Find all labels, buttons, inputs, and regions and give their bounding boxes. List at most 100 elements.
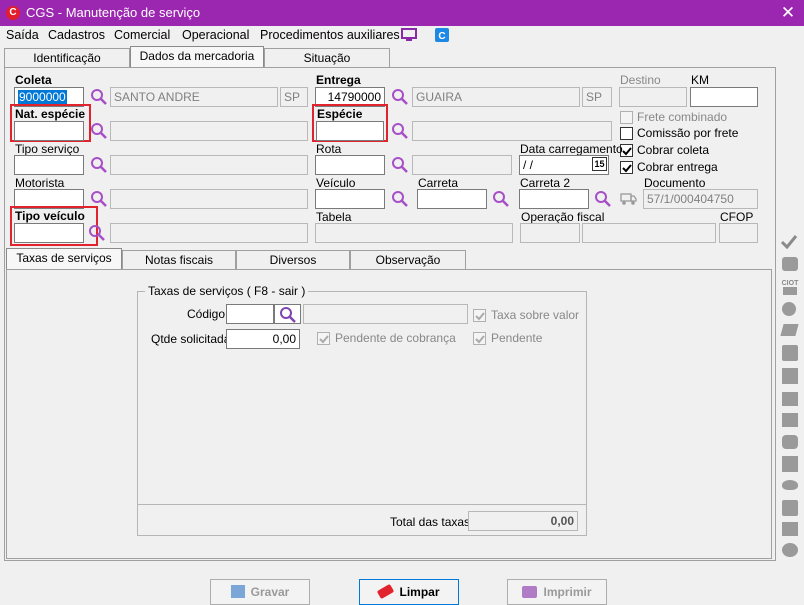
especie-search-icon[interactable] [391,122,409,140]
destino-label: Destino [620,73,661,87]
report-icon[interactable] [782,456,798,472]
documento-label: Documento [644,176,706,190]
cobrar-entrega-checkbox[interactable] [620,161,633,174]
coleta-label: Coleta [15,73,52,87]
copy-icon[interactable] [782,368,798,384]
tipo-servico-search-icon[interactable] [90,156,108,174]
tipo-veiculo-search-icon[interactable] [88,224,106,242]
tab-notas-fiscais[interactable]: Notas fiscais [122,250,236,270]
taxa-sobre-valor-checkbox[interactable] [473,309,486,322]
imprimir-label: Imprimir [543,585,592,599]
tab-label: Diversos [269,253,317,267]
confirm-check-icon[interactable] [780,234,798,250]
comissao-por-frete-checkbox[interactable] [620,127,633,140]
tipo-servico-input[interactable] [14,155,84,175]
tag-icon[interactable] [780,324,799,336]
destino-field [619,87,687,107]
pendente-de-cobranca-label: Pendente de cobrança [335,331,456,345]
book-icon[interactable] [782,500,798,516]
rota-desc-field [412,155,512,175]
veiculo-label: Veículo [316,176,356,190]
operacao-fiscal-label: Operação fiscal [521,210,605,224]
veiculo-input[interactable] [315,189,385,209]
tab-identificacao[interactable]: Identificação [4,48,130,68]
total-das-taxas-label: Total das taxas [390,515,471,529]
entrega-search-icon[interactable] [391,88,409,106]
window-title: CGS - Manutenção de serviço [26,5,201,20]
tipo-veiculo-input[interactable] [14,223,84,243]
limpar-button[interactable]: Limpar [359,579,459,605]
documento-field: 57/1/000404750 [643,189,758,209]
vehicle-icon[interactable] [782,392,798,406]
codigo-label: Código [187,307,226,321]
taxas-group-title: Taxas de serviços ( F8 - sair ) [145,284,309,298]
gravar-button[interactable]: Gravar [210,579,310,605]
tipo-veiculo-label: Tipo veículo [15,209,85,223]
tab-label: Situação [303,51,351,65]
veiculo-search-icon[interactable] [391,190,409,208]
rota-input[interactable] [315,155,385,175]
menu-operacional[interactable]: Operacional [182,28,249,42]
tab-diversos[interactable]: Diversos [236,250,350,270]
comissao-por-frete-label: Comissão por frete [637,126,739,140]
tab-taxas-de-servicos[interactable]: Taxas de serviços [6,248,122,269]
nat-especie-label: Nat. espécie [15,107,86,121]
tool-icon-1[interactable] [782,257,798,271]
coleta-uf-field: SP [280,87,308,107]
entrega-uf-field: SP [582,87,612,107]
document-icon[interactable] [782,345,798,361]
nat-especie-input[interactable] [14,121,84,141]
finance-icon[interactable] [782,522,798,536]
frete-combinado-label: Frete combinado [637,110,728,124]
qtde-solicitada-input[interactable]: 0,00 [226,329,300,349]
tab-situacao[interactable]: Situação [264,48,390,68]
coleta-city-field: SANTO ANDRE [110,87,278,107]
truck-icon[interactable] [620,190,638,206]
carreta-search-icon[interactable] [492,190,510,208]
coleta-search-icon[interactable] [90,88,108,106]
menu-comercial[interactable]: Comercial [114,28,170,42]
globe-icon[interactable] [782,543,798,557]
codigo-search-button[interactable] [274,304,301,324]
menu-saida[interactable]: Saída [6,28,39,42]
entrega-label: Entrega [316,73,361,87]
tab-dados-da-mercadoria[interactable]: Dados da mercadoria [130,46,264,68]
frete-combinado-checkbox[interactable] [620,111,633,124]
monitor-icon[interactable] [401,28,417,42]
calendar-icon[interactable]: 15 [592,157,607,171]
data-carregamento-label: Data carregamento [520,142,623,156]
especie-input[interactable] [316,121,384,141]
gravar-label: Gravar [250,585,290,599]
ciot-icon[interactable]: CIOT [781,280,799,296]
close-icon[interactable]: ✕ [778,3,798,23]
cfop-field [719,223,758,243]
especie-desc-field [412,121,612,141]
carreta-label: Carreta [418,176,459,190]
km-label: KM [691,73,709,87]
coleta-code-value: 9000000 [18,90,67,104]
taxas-divider [137,504,587,505]
tab-label: Observação [375,253,441,267]
calculator-icon[interactable]: C [434,27,450,42]
total-das-taxas-field: 0,00 [468,511,578,531]
nat-especie-search-icon[interactable] [90,122,108,140]
tabela-field [315,223,513,243]
menu-cadastros[interactable]: Cadastros [48,28,105,42]
carreta-2-search-icon[interactable] [594,190,612,208]
operacao-fiscal-desc-field [582,223,716,243]
pendente-checkbox[interactable] [473,332,486,345]
leaf-icon[interactable] [782,480,798,490]
tab-observacao[interactable]: Observação [350,250,466,270]
codigo-input[interactable] [226,304,274,324]
km-input[interactable] [690,87,758,107]
carreta-input[interactable] [417,189,487,209]
rota-search-icon[interactable] [391,156,409,174]
carreta-2-input[interactable] [519,189,589,209]
record-icon[interactable] [782,302,796,316]
group-icon[interactable] [782,435,798,449]
codigo-desc-field [303,304,468,324]
container-icon[interactable] [782,413,798,427]
menu-procedimentos-auxiliares[interactable]: Procedimentos auxiliares [260,28,400,42]
imprimir-button[interactable]: Imprimir [507,579,607,605]
pendente-de-cobranca-checkbox[interactable] [317,332,330,345]
